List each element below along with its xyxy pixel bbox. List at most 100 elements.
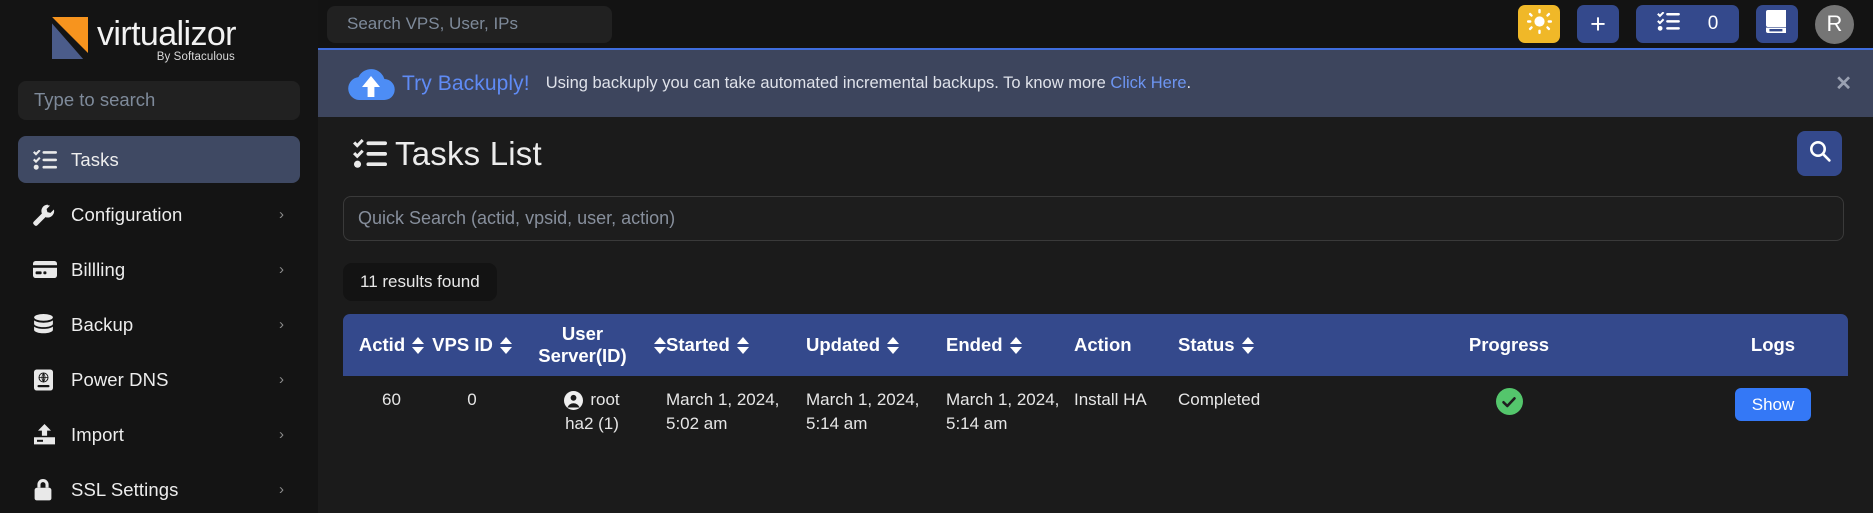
close-icon[interactable]: ✕ — [1835, 74, 1852, 94]
sidebar-item-label: Billling — [71, 258, 126, 280]
results-count-badge: 11 results found — [343, 263, 497, 301]
sidebar-item-configuration[interactable]: Configuration › — [18, 191, 300, 238]
page-title: Tasks List — [395, 134, 542, 172]
user-icon — [564, 390, 584, 410]
cell-ended: March 1, 2024, 5:14 am — [946, 388, 1074, 436]
banner-title: Try Backuply! — [402, 71, 530, 95]
chevron-right-icon: › — [279, 206, 284, 223]
sidebar-item-tasks[interactable]: Tasks — [18, 136, 300, 183]
lock-icon — [33, 478, 59, 501]
credit-card-icon — [33, 259, 59, 281]
chevron-right-icon: › — [279, 316, 284, 333]
chevron-right-icon: › — [279, 481, 284, 498]
sidebar-search-input[interactable]: Type to search — [18, 80, 300, 120]
backuply-banner: Try Backuply! Using backuply you can tak… — [318, 48, 1873, 117]
brand-logo[interactable]: virtualizor By Softaculous — [0, 0, 318, 79]
cell-vps-id: 0 — [467, 390, 477, 409]
sort-icon[interactable] — [1241, 336, 1254, 354]
global-search-input[interactable]: Search VPS, User, IPs — [327, 5, 612, 43]
chevron-right-icon: › — [279, 371, 284, 388]
checklist-icon — [33, 149, 59, 171]
show-logs-button[interactable]: Show — [1734, 388, 1812, 421]
sort-icon[interactable] — [887, 336, 899, 354]
banner-text-before: Using backuply you can take automated in… — [545, 74, 1106, 92]
cell-action: Install HA — [1074, 390, 1147, 409]
column-header-progress: Progress — [1468, 334, 1550, 355]
cell-progress — [1320, 388, 1698, 417]
sidebar: virtualizor By Softaculous Type to searc… — [0, 0, 318, 513]
cell-started: March 1, 2024, 5:02 am — [666, 388, 806, 436]
app-root: virtualizor By Softaculous Type to searc… — [0, 0, 1873, 513]
search-button[interactable] — [1797, 131, 1842, 176]
column-header-updated[interactable]: Updated — [806, 326, 946, 364]
sort-icon[interactable] — [736, 336, 749, 354]
tasks-table: Actid VPS ID User Server(ID) Started Upd… — [343, 314, 1848, 436]
table-header-row: Actid VPS ID User Server(ID) Started Upd… — [343, 314, 1848, 376]
sidebar-item-power-dns[interactable]: Power DNS › — [18, 356, 300, 403]
cell-ended-time: 5:14 am — [946, 414, 1008, 433]
brand-name: virtualizor — [97, 14, 236, 53]
cell-ended-date: March 1, 2024, — [946, 390, 1060, 409]
sort-icon[interactable] — [1009, 336, 1022, 354]
column-header-user-server[interactable]: User Server(ID) — [518, 315, 666, 375]
cell-logs: Show — [1698, 388, 1848, 421]
topbar: Search VPS, User, IPs + 0 R — [318, 0, 1873, 48]
page-header: Tasks List — [340, 117, 1851, 190]
sort-icon[interactable] — [412, 336, 425, 354]
column-header-ended[interactable]: Ended — [946, 326, 1074, 364]
tasks-count-button[interactable]: 0 — [1636, 5, 1739, 43]
database-icon — [33, 314, 59, 336]
cell-updated: March 1, 2024, 5:14 am — [806, 388, 946, 436]
sort-icon[interactable] — [654, 336, 666, 354]
table-row: 60 0 root ha2 (1) March 1, 2024, 5:02 am… — [343, 376, 1848, 436]
sun-icon — [1526, 9, 1552, 39]
banner-link[interactable]: Click Here — [1110, 74, 1186, 92]
banner-text-after: . — [1186, 74, 1192, 92]
cell-server-name: ha2 (1) — [565, 414, 619, 433]
sidebar-item-label: Backup — [71, 313, 134, 335]
sidebar-item-label: Import — [71, 423, 125, 445]
chevron-right-icon: › — [279, 261, 284, 278]
global-search-placeholder: Search VPS, User, IPs — [347, 14, 519, 33]
column-header-started[interactable]: Started — [666, 326, 806, 364]
cloud-upload-icon — [346, 64, 396, 104]
sidebar-search-placeholder: Type to search — [34, 89, 156, 111]
sidebar-item-import[interactable]: Import › — [18, 411, 300, 458]
avatar[interactable]: R — [1815, 4, 1854, 44]
checklist-icon — [1656, 11, 1680, 36]
sidebar-item-backup[interactable]: Backup › — [18, 301, 300, 348]
add-button[interactable]: + — [1577, 5, 1619, 43]
column-header-status[interactable]: Status — [1178, 326, 1320, 364]
content-area: Tasks List Quick Search (actid, vpsid, u… — [318, 117, 1873, 513]
book-icon — [1766, 10, 1788, 38]
sidebar-item-label: Tasks — [71, 148, 119, 170]
avatar-initial: R — [1826, 11, 1843, 36]
column-header-action: Action — [1074, 334, 1132, 355]
documentation-button[interactable] — [1756, 5, 1798, 43]
column-header-vps-id[interactable]: VPS ID — [426, 326, 518, 364]
sidebar-item-billing[interactable]: Billling › — [18, 246, 300, 293]
brand-tagline: By Softaculous — [156, 50, 235, 63]
column-header-actid[interactable]: Actid — [343, 326, 426, 364]
sidebar-item-label: Power DNS — [71, 368, 169, 390]
column-header-logs: Logs — [1750, 334, 1796, 355]
chevron-right-icon: › — [279, 426, 284, 443]
banner-message: Using backuply you can take automated in… — [546, 74, 1191, 93]
quick-search-placeholder: Quick Search (actid, vpsid, user, action… — [358, 208, 676, 228]
cell-user-server: root ha2 (1) — [518, 388, 666, 436]
wrench-icon — [33, 204, 59, 226]
cell-updated-date: March 1, 2024, — [806, 390, 920, 409]
quick-search-input[interactable]: Quick Search (actid, vpsid, user, action… — [343, 196, 1844, 241]
check-circle-icon — [1495, 388, 1523, 415]
search-icon — [1808, 139, 1832, 168]
cell-actid: 60 — [382, 390, 401, 409]
cell-started-date: March 1, 2024, — [666, 390, 780, 409]
sidebar-nav: Tasks Configuration › Billling › Backup … — [0, 136, 318, 513]
sidebar-item-ssl-settings[interactable]: SSL Settings › — [18, 466, 300, 513]
upload-icon — [33, 424, 59, 446]
tasks-count-value: 0 — [1707, 13, 1719, 34]
cell-updated-time: 5:14 am — [806, 414, 868, 433]
theme-toggle-button[interactable] — [1518, 5, 1560, 43]
sort-icon[interactable] — [499, 336, 512, 354]
checklist-icon — [353, 138, 387, 169]
